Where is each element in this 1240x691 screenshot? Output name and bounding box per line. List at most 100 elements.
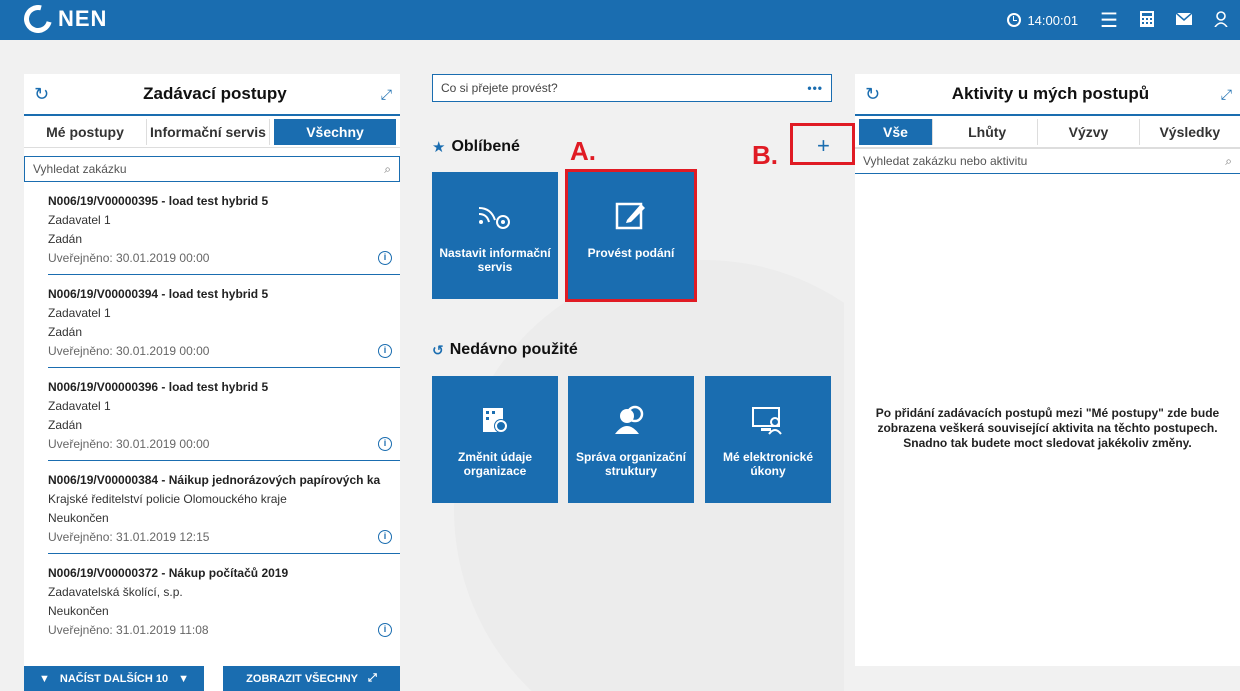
load-more-label: NAČÍST DALŠÍCH 10: [59, 672, 169, 685]
activities-tabs: Vše Lhůty Výzvy Výsledky: [855, 116, 1240, 148]
annotation-b: B.: [752, 140, 778, 170]
tab-all-activities[interactable]: Vše: [859, 118, 933, 145]
procedure-published: Uveřejněno: 30.01.2019 00:00: [48, 251, 210, 265]
activity-search-placeholder: Vyhledat zakázku nebo aktivitu: [863, 154, 1028, 168]
tile-label: Mé elektronické úkony: [722, 450, 814, 478]
procedure-title[interactable]: N006/19/V00000384 - Náikup jednorázových…: [48, 471, 400, 490]
empty-activities-message: Po přidání zadávacích postupů mezi "Mé p…: [875, 406, 1220, 450]
tab-results[interactable]: Výsledky: [1140, 119, 1240, 145]
search-icon[interactable]: ⌕: [1225, 154, 1232, 169]
favorites-title: Oblíbené: [451, 138, 520, 155]
list-item[interactable]: N006/19/V00000372 - Nákup počítačů 2019 …: [48, 554, 400, 646]
procedure-published: Uveřejněno: 30.01.2019 00:00: [48, 344, 210, 358]
procedure-title[interactable]: N006/19/V00000395 - load test hybrid 5: [48, 192, 400, 211]
procedure-published: Uveřejněno: 31.01.2019 11:08: [48, 623, 209, 637]
tile-electronic-actions[interactable]: Mé elektronické úkony: [705, 376, 831, 503]
star-icon: ★: [432, 139, 446, 156]
list-item[interactable]: N006/19/V00000394 - load test hybrid 5 Z…: [48, 275, 400, 368]
tile-organization-structure[interactable]: Správa organizační struktury: [568, 376, 694, 503]
tab-all[interactable]: Všechny: [274, 118, 396, 145]
clock-time: 14:00:01: [1027, 12, 1079, 28]
tile-information-service[interactable]: Nastavit informační servis: [432, 172, 558, 299]
activity-search-input[interactable]: Vyhledat zakázku nebo aktivitu ⌕: [855, 148, 1240, 174]
signal-gear-icon: [477, 196, 513, 236]
expand-icon: ⤢: [368, 672, 377, 684]
procedure-title[interactable]: N006/19/V00000372 - Nákup počítačů 2019: [48, 564, 400, 583]
logo-text: NEN: [58, 6, 108, 31]
procedure-submitter: Krajské ředitelství policie Olomouckého …: [48, 492, 287, 506]
refresh-icon[interactable]: ↻: [34, 84, 49, 105]
info-icon[interactable]: i: [378, 623, 392, 637]
procedure-status: Neukončen: [48, 511, 109, 525]
users-icon: [613, 400, 649, 440]
tab-information-service[interactable]: Informační servis: [147, 118, 270, 145]
load-more-button[interactable]: ▼ NAČÍST DALŠÍCH 10 ▼: [24, 666, 204, 691]
procedure-status: Zadán: [48, 325, 83, 339]
procedure-title[interactable]: N006/19/V00000394 - load test hybrid 5: [48, 285, 400, 304]
tile-label: Změnit údaje organizace: [457, 450, 532, 478]
top-right-toolbar: 14:00:01 ☰: [1007, 0, 1228, 40]
list-item[interactable]: N006/19/V00000396 - load test hybrid 5 Z…: [48, 368, 400, 461]
search-icon[interactable]: ⌕: [384, 162, 391, 177]
procedure-title[interactable]: N006/19/V00000396 - load test hybrid 5: [48, 378, 400, 397]
mail-icon[interactable]: [1175, 11, 1193, 28]
recent-heading: ↺ Nedávno použité: [432, 341, 578, 359]
calculator-icon[interactable]: [1140, 10, 1154, 30]
expand-icon[interactable]: ⤢: [381, 86, 392, 103]
annotation-box-a: [565, 169, 697, 302]
procedures-panel-header: ↻ Zadávací postupy ⤢: [24, 74, 400, 116]
list-item[interactable]: N006/19/V00000384 - Náikup jednorázových…: [48, 461, 400, 554]
activities-panel: ↻ Aktivity u mých postupů ⤢ Vše Lhůty Vý…: [855, 74, 1240, 666]
refresh-icon[interactable]: ↻: [865, 84, 880, 105]
action-search-placeholder: Co si přejete provést?: [441, 81, 558, 95]
procedures-panel: ↻ Zadávací postupy ⤢ Mé postupy Informač…: [24, 74, 400, 691]
info-icon[interactable]: i: [378, 530, 392, 544]
monitor-user-icon: [751, 400, 785, 440]
procedure-status: Neukončen: [48, 604, 109, 618]
annotation-box-b: [790, 123, 855, 165]
favorites-heading: ★ Oblíbené: [432, 138, 520, 156]
list-item[interactable]: N006/19/V00000395 - load test hybrid 5 Z…: [48, 182, 400, 275]
building-gear-icon: [479, 400, 511, 440]
tab-calls[interactable]: Výzvy: [1038, 118, 1140, 145]
action-search-input[interactable]: Co si přejete provést? •••: [432, 74, 832, 102]
activities-panel-header: ↻ Aktivity u mých postupů ⤢: [855, 74, 1240, 116]
caret-down-icon: ▼: [178, 672, 189, 685]
more-options-icon[interactable]: •••: [807, 81, 823, 95]
procedure-published: Uveřejněno: 31.01.2019 12:15: [48, 530, 210, 544]
nen-logo[interactable]: NEN: [18, 0, 108, 39]
procedures-panel-title: Zadávací postupy: [143, 84, 287, 103]
procedure-submitter: Zadavatel 1: [48, 306, 111, 320]
menu-icon[interactable]: ☰: [1100, 8, 1118, 33]
tile-label: Nastavit informační servis: [439, 246, 551, 274]
procedure-status: Zadán: [48, 418, 83, 432]
list-footer: ▼ NAČÍST DALŠÍCH 10 ▼ ZOBRAZIT VŠECHNY ⤢: [24, 666, 400, 691]
procedure-submitter: Zadavatelská školící, s.p.: [48, 585, 183, 599]
procedure-submitter: Zadavatel 1: [48, 399, 111, 413]
procedure-list: N006/19/V00000395 - load test hybrid 5 Z…: [24, 182, 400, 646]
tile-label: Správa organizační struktury: [575, 450, 687, 478]
info-icon[interactable]: i: [378, 437, 392, 451]
info-icon[interactable]: i: [378, 251, 392, 265]
procedure-submitter: Zadavatel 1: [48, 213, 111, 227]
procedure-search-placeholder: Vyhledat zakázku: [33, 162, 127, 176]
show-all-button[interactable]: ZOBRAZIT VŠECHNY ⤢: [223, 666, 400, 691]
user-icon[interactable]: [1214, 10, 1228, 30]
annotation-a: A.: [570, 136, 596, 166]
show-all-label: ZOBRAZIT VŠECHNY: [246, 672, 359, 685]
tile-change-organization[interactable]: Změnit údaje organizace: [432, 376, 558, 503]
caret-down-icon: ▼: [39, 672, 50, 685]
info-icon[interactable]: i: [378, 344, 392, 358]
procedure-published: Uveřejněno: 30.01.2019 00:00: [48, 437, 210, 451]
activities-panel-title: Aktivity u mých postupů: [951, 84, 1150, 103]
session-clock: 14:00:01: [1007, 13, 1078, 28]
procedure-search-input[interactable]: Vyhledat zakázku ⌕: [24, 156, 400, 182]
recent-title: Nedávno použité: [449, 341, 578, 358]
procedures-tabs: Mé postupy Informační servis Všechny: [24, 116, 400, 148]
history-icon: ↺: [432, 341, 444, 358]
tab-my-procedures[interactable]: Mé postupy: [24, 118, 147, 145]
expand-icon[interactable]: ⤢: [1221, 86, 1232, 103]
top-bar: NEN 14:00:01 ☰: [0, 0, 1240, 40]
tab-deadlines[interactable]: Lhůty: [937, 118, 1039, 145]
procedure-status: Zadán: [48, 232, 83, 246]
